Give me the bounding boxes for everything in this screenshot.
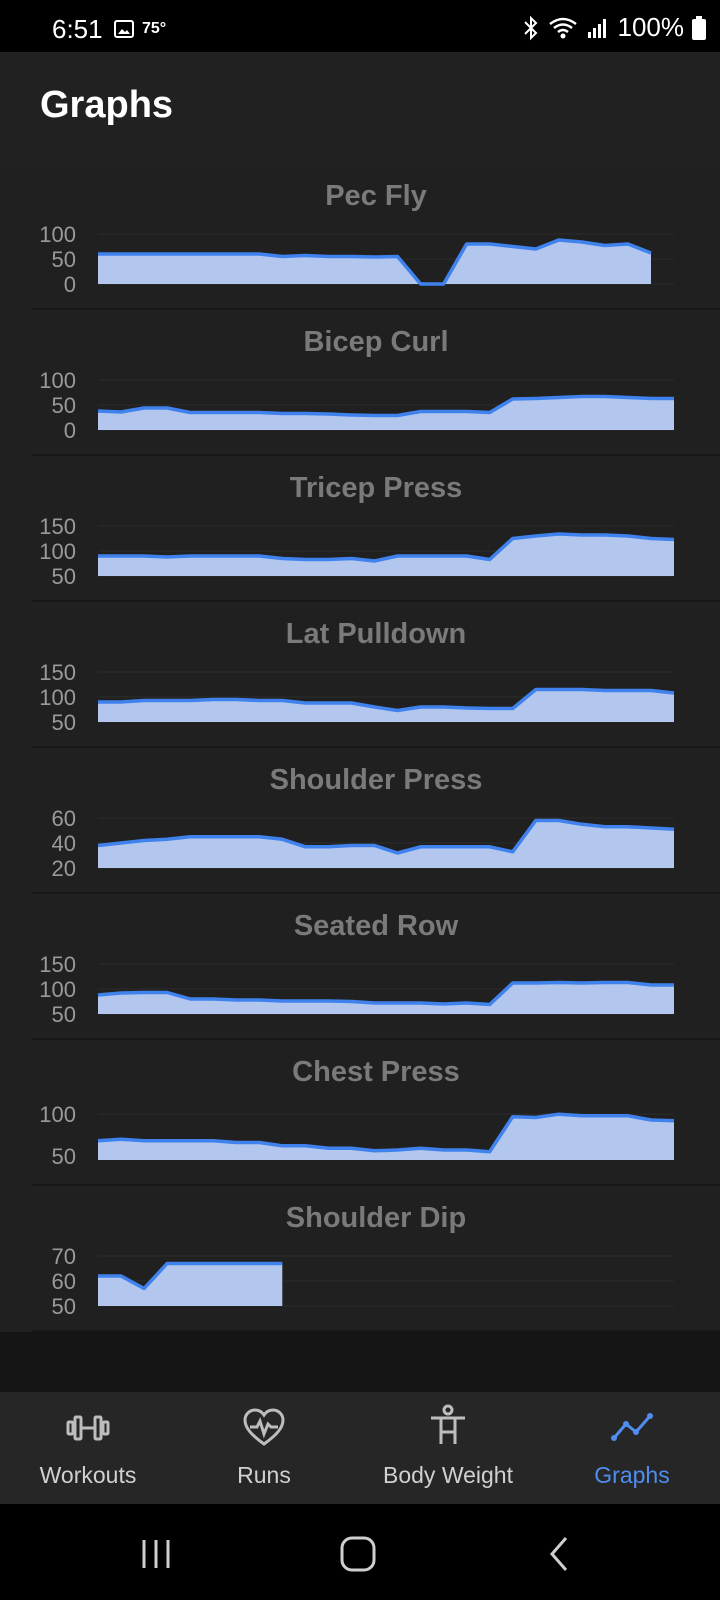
- area-fill: [98, 240, 651, 284]
- chart-card: Tricep Press 150 100 50: [32, 456, 720, 602]
- area-chart: 15010050: [39, 952, 674, 1027]
- area-fill: [98, 1114, 674, 1160]
- area-chart: 100500: [39, 368, 674, 443]
- chart-title: Shoulder Dip: [285, 1202, 467, 1234]
- chart-title: Lat Pulldown: [285, 618, 467, 650]
- heart-pulse-icon: [243, 1408, 285, 1446]
- chart-title: Chest Press: [292, 1056, 460, 1088]
- page-title: Graphs: [40, 84, 174, 126]
- y-tick-label: 60: [52, 806, 76, 831]
- list-end-spacer: [0, 1332, 720, 1392]
- recent-apps-icon[interactable]: [136, 1534, 176, 1574]
- y-tick-label: 0: [64, 272, 76, 297]
- area-fill: [98, 1263, 283, 1306]
- y-tick-label: 70: [52, 1244, 76, 1269]
- gallery-notification-icon: [114, 20, 134, 38]
- chart-card: Bicep Curl 100 50 0: [32, 310, 720, 456]
- y-tick-label: 40: [52, 831, 76, 856]
- battery-percent: 100%: [617, 12, 685, 42]
- area-chart: 706050: [52, 1244, 674, 1319]
- wifi-icon: [548, 17, 577, 38]
- chart-title: Pec Fly: [325, 180, 427, 212]
- chart-title: Seated Row: [293, 910, 459, 942]
- chart-card: Lat Pulldown 150 100 50: [32, 602, 720, 748]
- nav-label: Workouts: [39, 1462, 137, 1488]
- y-tick-label: 60: [52, 1269, 76, 1294]
- back-icon[interactable]: [540, 1534, 580, 1574]
- y-tick-label: 50: [52, 564, 76, 589]
- bottom-navigation: Workouts Runs Body Weight Graphs: [0, 1392, 720, 1504]
- y-tick-label: 50: [52, 1294, 76, 1319]
- nav-item-runs[interactable]: Runs: [176, 1392, 352, 1504]
- y-tick-label: 100: [39, 368, 76, 393]
- line-graph-icon: [611, 1413, 653, 1441]
- status-bar: 6:51 75° 100%: [0, 0, 720, 52]
- graphs-list[interactable]: Pec Fly 100 50 0 Bicep Curl 100 50 0 Tricep …: [0, 164, 720, 1332]
- area-chart: 604020: [52, 806, 675, 881]
- area-fill: [98, 689, 674, 722]
- bluetooth-icon: [523, 15, 537, 40]
- area-chart: 15010050: [39, 514, 675, 589]
- nav-item-body-weight[interactable]: Body Weight: [352, 1392, 544, 1504]
- y-tick-label: 20: [52, 856, 76, 881]
- status-time: 6:51: [52, 14, 103, 44]
- y-tick-label: 150: [39, 514, 76, 539]
- app-bar: Graphs: [0, 52, 720, 164]
- y-tick-label: 50: [52, 247, 76, 272]
- chart-card: Seated Row 150 100 50: [32, 894, 720, 1040]
- y-tick-label: 0: [64, 418, 76, 443]
- area-fill: [98, 396, 674, 430]
- person-icon: [431, 1404, 465, 1444]
- battery-icon: [692, 15, 706, 40]
- y-tick-label: 100: [39, 539, 76, 564]
- chart-title: Shoulder Press: [269, 764, 483, 796]
- y-tick-label: 50: [52, 393, 76, 418]
- y-tick-label: 150: [39, 660, 76, 685]
- nav-label: Graphs: [594, 1462, 670, 1488]
- nav-label: Runs: [237, 1462, 291, 1488]
- area-chart: 15010050: [39, 660, 675, 735]
- system-navigation-bar: [0, 1504, 720, 1600]
- area-fill: [98, 820, 674, 868]
- chart-title: Tricep Press: [289, 472, 463, 504]
- dumbbell-icon: [66, 1415, 110, 1441]
- y-tick-label: 50: [52, 710, 76, 735]
- chart-title: Bicep Curl: [303, 326, 449, 358]
- signal-icon: [587, 18, 606, 38]
- nav-item-graphs[interactable]: Graphs: [544, 1392, 720, 1504]
- area-chart: 100500: [39, 222, 674, 297]
- y-tick-label: 150: [39, 952, 76, 977]
- y-tick-label: 100: [39, 685, 76, 710]
- y-tick-label: 100: [39, 222, 76, 247]
- chart-card: Pec Fly 100 50 0: [32, 164, 720, 310]
- status-temperature: 75°: [142, 20, 167, 37]
- area-chart: 100 50: [39, 1102, 675, 1169]
- nav-label: Body Weight: [383, 1462, 513, 1488]
- home-icon[interactable]: [338, 1534, 378, 1574]
- y-tick-label: 100: [39, 1102, 76, 1127]
- y-tick-label: 50: [52, 1002, 76, 1027]
- y-tick-label: 100: [39, 977, 76, 1002]
- y-tick-label: 50: [52, 1144, 76, 1169]
- chart-card: Chest Press 100 50: [32, 1040, 720, 1186]
- chart-card: Shoulder Press 60 40 20: [32, 748, 720, 894]
- nav-item-workouts[interactable]: Workouts: [0, 1392, 176, 1504]
- chart-card: Shoulder Dip 70 60 50: [32, 1186, 720, 1332]
